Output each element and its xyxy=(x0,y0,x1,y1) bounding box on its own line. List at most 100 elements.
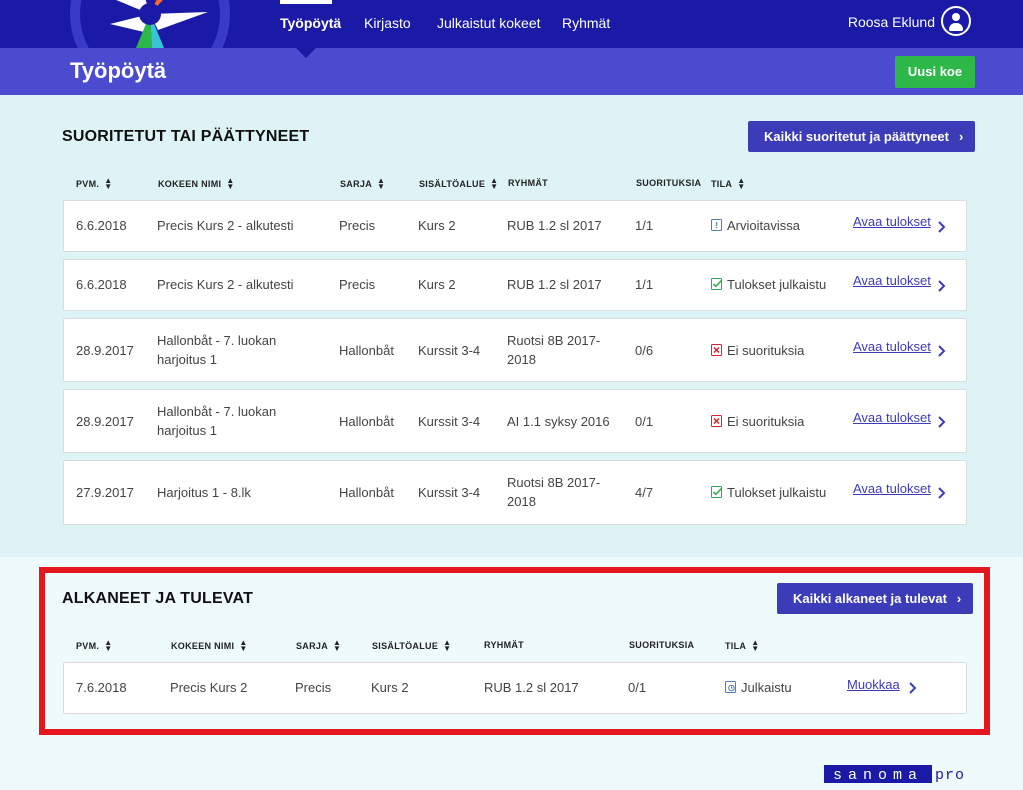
brand-right-text: pro xyxy=(935,767,965,783)
sort-icon: ▲ ▼ xyxy=(490,176,499,191)
column-header-date[interactable]: PVM. ▲ ▼ xyxy=(76,176,113,191)
column-header-status-label: TILA xyxy=(725,641,747,651)
row-exam-name: Precis Kurs 2 - alkutesti xyxy=(157,218,294,233)
column-header-status[interactable]: TILA ▲ ▼ xyxy=(725,638,760,653)
sort-icon: ▲ ▼ xyxy=(104,638,113,653)
sort-icon: ▲ ▼ xyxy=(333,638,342,653)
edit-link[interactable]: Muokkaa xyxy=(847,677,900,692)
sort-icon: ▲ ▼ xyxy=(226,176,235,191)
column-header-status[interactable]: TILA ▲ ▼ xyxy=(711,177,745,191)
column-header-date[interactable]: PVM. ▲ ▼ xyxy=(76,638,113,653)
table-row[interactable]: 28.9.2017 Hallonbåt - 7. luokan harjoitu… xyxy=(63,389,967,453)
row-content-area: Kurs 2 xyxy=(418,277,456,292)
clock-doc-icon xyxy=(725,681,736,693)
sanoma-pro-logo: sanoma pro xyxy=(824,765,965,783)
logo-flower-icon[interactable] xyxy=(92,0,208,50)
chevron-right-icon[interactable] xyxy=(936,220,948,234)
row-groups-line2: 2018 xyxy=(507,494,536,509)
row-status: Tulokset julkaistu xyxy=(711,483,826,502)
row-groups-line2: 2018 xyxy=(507,352,536,367)
column-header-name-label: KOKEEN NIMI xyxy=(158,179,222,189)
row-status: Ei suorituksia xyxy=(711,341,804,360)
row-groups: RUB 1.2 sl 2017 xyxy=(507,277,602,292)
nav-tab-library[interactable]: Kirjasto xyxy=(364,0,411,48)
row-content-area: Kurssit 3-4 xyxy=(418,485,481,500)
nav-tab-dashboard[interactable]: Työpöytä xyxy=(280,0,341,48)
page-title: Työpöytä xyxy=(70,58,167,83)
nav-tab-published-exams[interactable]: Julkaistut kokeet xyxy=(437,0,541,48)
column-header-area-label: SISÄLTÖALUE xyxy=(419,179,486,189)
table-row[interactable]: 7.6.2018 Precis Kurs 2 Precis Kurs 2 RUB… xyxy=(63,662,967,714)
row-status-label: Tulokset julkaistu xyxy=(727,277,827,292)
sort-icon: ▲ ▼ xyxy=(751,638,760,653)
row-content-area: Kurs 2 xyxy=(371,680,409,695)
new-exam-button[interactable]: Uusi koe xyxy=(895,56,975,88)
column-header-series-label: SARJA xyxy=(296,641,329,651)
upcoming-section-title: ALKANEET JA TULEVAT xyxy=(62,590,254,607)
user-name[interactable]: Roosa Eklund xyxy=(848,0,935,44)
row-series: Hallonbåt xyxy=(339,343,394,358)
row-groups: Ruotsi 8B 2017- xyxy=(507,333,601,348)
row-exam-name-line2: harjoitus 1 xyxy=(157,352,217,367)
chevron-right-icon[interactable] xyxy=(936,486,948,500)
table-row[interactable]: 28.9.2017 Hallonbåt - 7. luokan harjoitu… xyxy=(63,318,967,382)
open-results-link[interactable]: Avaa tulokset xyxy=(853,339,931,354)
row-status-label: Arvioitavissa xyxy=(727,218,800,233)
column-header-count: SUORITUKSIA xyxy=(629,640,695,650)
open-results-link[interactable]: Avaa tulokset xyxy=(853,273,931,288)
nav-tab-groups[interactable]: Ryhmät xyxy=(562,0,610,48)
row-groups: Ruotsi 8B 2017- xyxy=(507,475,601,490)
chevron-right-icon[interactable] xyxy=(936,415,948,429)
row-status: Ei suorituksia xyxy=(711,412,804,431)
chevron-right-icon[interactable] xyxy=(936,279,948,293)
open-results-link[interactable]: Avaa tulokset xyxy=(853,410,931,425)
row-date: 28.9.2017 xyxy=(76,414,134,429)
x-icon xyxy=(711,344,722,356)
table-row[interactable]: 6.6.2018 Precis Kurs 2 - alkutesti Preci… xyxy=(63,200,967,252)
column-header-area[interactable]: SISÄLTÖALUE ▲ ▼ xyxy=(372,638,452,653)
row-exam-name-line2: harjoitus 1 xyxy=(157,423,217,438)
row-submissions: 0/1 xyxy=(628,680,647,695)
chevron-right-icon[interactable] xyxy=(936,344,948,358)
row-status-label: Tulokset julkaistu xyxy=(727,485,827,500)
column-header-date-label: PVM. xyxy=(76,641,100,651)
active-tab-caret xyxy=(292,44,320,58)
row-date: 27.9.2017 xyxy=(76,485,134,500)
all-upcoming-button[interactable]: Kaikki alkaneet ja tulevat › xyxy=(777,583,974,614)
open-results-link[interactable]: Avaa tulokset xyxy=(853,214,931,229)
open-results-link[interactable]: Avaa tulokset xyxy=(853,481,931,496)
table-row[interactable]: 6.6.2018 Precis Kurs 2 - alkutesti Preci… xyxy=(63,259,967,311)
row-date: 6.6.2018 xyxy=(76,277,127,292)
row-exam-name: Harjoitus 1 - 8.lk xyxy=(157,485,251,500)
column-header-groups: RYHMÄT xyxy=(484,640,524,650)
column-header-area[interactable]: SISÄLTÖALUE ▲ ▼ xyxy=(419,176,499,191)
row-series: Precis xyxy=(295,680,332,695)
row-submissions: 0/6 xyxy=(635,343,654,358)
table-row[interactable]: 27.9.2017 Harjoitus 1 - 8.lk Hallonbåt K… xyxy=(63,460,967,525)
column-header-status-label: TILA xyxy=(711,179,733,189)
column-header-count: SUORITUKSIA xyxy=(636,178,702,188)
column-header-area-label: SISÄLTÖALUE xyxy=(372,641,439,651)
user-avatar-icon[interactable] xyxy=(941,6,971,36)
column-header-series[interactable]: SARJA ▲ ▼ xyxy=(296,638,342,653)
column-header-series[interactable]: SARJA ▲ ▼ xyxy=(340,177,385,191)
all-upcoming-button-label: Kaikki alkaneet ja tulevat xyxy=(793,591,947,606)
row-status-label: Ei suorituksia xyxy=(727,414,805,429)
row-content-area: Kurs 2 xyxy=(418,218,456,233)
row-content-area: Kurssit 3-4 xyxy=(418,343,481,358)
column-header-groups: RYHMÄT xyxy=(508,178,548,188)
all-completed-button[interactable]: Kaikki suoritetut ja päättyneet › xyxy=(748,121,976,152)
column-header-date-label: PVM. xyxy=(76,179,100,189)
row-date: 6.6.2018 xyxy=(76,218,127,233)
row-status: Arvioitavissa xyxy=(711,216,800,235)
column-header-name[interactable]: KOKEEN NIMI ▲ ▼ xyxy=(171,638,248,653)
sort-icon: ▲ ▼ xyxy=(104,176,113,191)
sort-icon: ▲ ▼ xyxy=(239,638,248,653)
column-header-name[interactable]: KOKEEN NIMI ▲ ▼ xyxy=(158,176,235,191)
row-submissions: 0/1 xyxy=(635,414,654,429)
row-series: Precis xyxy=(339,218,376,233)
chevron-right-icon[interactable] xyxy=(907,681,919,695)
page-title-bar: Työpöytä Uusi koe xyxy=(0,48,1023,95)
sort-icon: ▲ ▼ xyxy=(443,638,452,653)
row-submissions: 1/1 xyxy=(635,218,654,233)
